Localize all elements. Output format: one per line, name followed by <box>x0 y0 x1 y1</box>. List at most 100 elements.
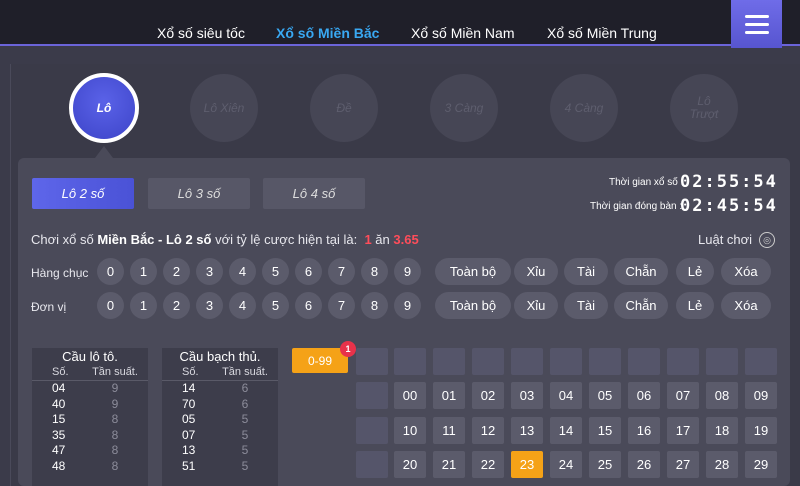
number-cell-25[interactable]: 25 <box>589 451 621 478</box>
tens-digit-4[interactable]: 4 <box>229 258 256 285</box>
number-cell-empty <box>394 348 426 375</box>
tens-digit-9[interactable]: 9 <box>394 258 421 285</box>
nav-item-mien-bac[interactable]: Xổ số Miền Bắc <box>276 25 379 41</box>
number-cell-20[interactable]: 20 <box>394 451 426 478</box>
table-row: 14 6 <box>182 381 249 395</box>
table-row: 07 5 <box>182 427 249 442</box>
units-digit-2[interactable]: 2 <box>163 292 190 319</box>
stats-title: Cầu lô tô. <box>62 349 118 364</box>
units-digit-3[interactable]: 3 <box>196 292 223 319</box>
number-cell-04[interactable]: 04 <box>550 382 582 409</box>
number-cell-14[interactable]: 14 <box>550 417 582 444</box>
draw-time-label: Thời gian xổ số : <box>609 177 684 188</box>
number-cell-02[interactable]: 02 <box>472 382 504 409</box>
stats-bach-thu: Cầu bạch thủ. Số. Tần suất. 14 6 70 6 05 5 0… <box>162 348 278 486</box>
number-cell-09[interactable]: 09 <box>745 382 777 409</box>
number-cell-17[interactable]: 17 <box>667 417 699 444</box>
units-option-3[interactable]: Chẵn <box>614 292 668 319</box>
tens-digit-3[interactable]: 3 <box>196 258 223 285</box>
col-frequency: Tần suất. <box>92 366 138 378</box>
number-cell-12[interactable]: 12 <box>472 417 504 444</box>
nav-item-sieu-toc[interactable]: Xổ số siêu tốc <box>157 25 245 41</box>
tab-lo-2-so[interactable]: Lô 2 số <box>32 178 134 209</box>
col-frequency: Tần suất. <box>222 366 268 378</box>
number-cell-00[interactable]: 00 <box>394 382 426 409</box>
tens-digit-1[interactable]: 1 <box>130 258 157 285</box>
units-option-2[interactable]: Tài <box>564 292 608 319</box>
units-digit-0[interactable]: 0 <box>97 292 124 319</box>
number-cell-03[interactable]: 03 <box>511 382 543 409</box>
tens-digit-6[interactable]: 6 <box>295 258 322 285</box>
number-cell-empty <box>511 348 543 375</box>
units-digit-8[interactable]: 8 <box>361 292 388 319</box>
number-cell-19[interactable]: 19 <box>745 417 777 444</box>
game-type-lo[interactable]: Lô <box>69 73 139 143</box>
tens-option-2[interactable]: Tài <box>564 258 608 285</box>
number-cell-15[interactable]: 15 <box>589 417 621 444</box>
number-cell-empty <box>706 348 738 375</box>
tens-option-1[interactable]: Xỉu <box>514 258 558 285</box>
globe-icon[interactable]: ◎ <box>759 232 775 248</box>
tens-option-3[interactable]: Chẵn <box>614 258 668 285</box>
number-cell-24[interactable]: 24 <box>550 451 582 478</box>
table-row: 04 9 <box>52 381 119 395</box>
number-cell-empty <box>356 417 388 444</box>
tens-option-0[interactable]: Toàn bộ <box>435 258 511 285</box>
tab-lo-4-so[interactable]: Lô 4 số <box>263 178 365 209</box>
units-digit-4[interactable]: 4 <box>229 292 256 319</box>
number-cell-27[interactable]: 27 <box>667 451 699 478</box>
game-type-4-cang[interactable]: 4 Càng <box>550 74 618 142</box>
top-nav: Xổ số siêu tốc Xổ số Miền Bắc Xổ số Miền… <box>0 0 800 48</box>
units-option-4[interactable]: Lẻ <box>676 292 714 319</box>
row-label-units: Đơn vị <box>31 300 67 314</box>
hamburger-icon[interactable] <box>731 0 782 48</box>
number-cell-29[interactable]: 29 <box>745 451 777 478</box>
number-cell-16[interactable]: 16 <box>628 417 660 444</box>
tens-digit-5[interactable]: 5 <box>262 258 289 285</box>
number-cell-05[interactable]: 05 <box>589 382 621 409</box>
number-cell-23[interactable]: 23 <box>511 451 543 478</box>
number-cell-01[interactable]: 01 <box>433 382 465 409</box>
tab-lo-3-so[interactable]: Lô 3 số <box>148 178 250 209</box>
units-digit-6[interactable]: 6 <box>295 292 322 319</box>
number-cell-empty <box>356 451 388 478</box>
number-cell-empty <box>356 382 388 409</box>
tens-digit-2[interactable]: 2 <box>163 258 190 285</box>
number-cell-18[interactable]: 18 <box>706 417 738 444</box>
number-cell-26[interactable]: 26 <box>628 451 660 478</box>
number-cell-10[interactable]: 10 <box>394 417 426 444</box>
units-digit-9[interactable]: 9 <box>394 292 421 319</box>
game-type-3-cang[interactable]: 3 Càng <box>430 74 498 142</box>
units-option-0[interactable]: Toàn bộ <box>435 292 511 319</box>
units-option-5[interactable]: Xóa <box>721 292 771 319</box>
number-cell-11[interactable]: 11 <box>433 417 465 444</box>
draw-time-value: 02:55:54 <box>680 172 778 192</box>
tens-digit-7[interactable]: 7 <box>328 258 355 285</box>
units-digit-7[interactable]: 7 <box>328 292 355 319</box>
game-type-lo-xien[interactable]: Lô Xiên <box>190 74 258 142</box>
number-cell-empty <box>472 348 504 375</box>
nav-item-mien-nam[interactable]: Xổ số Miền Nam <box>411 25 514 41</box>
number-cell-06[interactable]: 06 <box>628 382 660 409</box>
number-cell-13[interactable]: 13 <box>511 417 543 444</box>
tens-option-5[interactable]: Xóa <box>721 258 771 285</box>
table-row: 13 5 <box>182 443 249 457</box>
number-cell-08[interactable]: 08 <box>706 382 738 409</box>
number-cell-empty <box>589 348 621 375</box>
units-option-1[interactable]: Xỉu <box>514 292 558 319</box>
units-digit-5[interactable]: 5 <box>262 292 289 319</box>
rules-link[interactable]: Luật chơi <box>698 232 752 247</box>
tens-digit-8[interactable]: 8 <box>361 258 388 285</box>
game-type-de[interactable]: Đề <box>310 74 378 142</box>
units-digit-1[interactable]: 1 <box>130 292 157 319</box>
number-cell-21[interactable]: 21 <box>433 451 465 478</box>
game-type-lo-truot[interactable]: Lô Trượt <box>670 74 738 142</box>
active-pointer <box>95 146 113 158</box>
nav-item-mien-trung[interactable]: Xổ số Miền Trung <box>547 25 657 41</box>
number-cell-07[interactable]: 07 <box>667 382 699 409</box>
number-cell-22[interactable]: 22 <box>472 451 504 478</box>
tens-option-4[interactable]: Lẻ <box>676 258 714 285</box>
tens-digit-0[interactable]: 0 <box>97 258 124 285</box>
col-number: Số. <box>52 366 69 378</box>
number-cell-28[interactable]: 28 <box>706 451 738 478</box>
